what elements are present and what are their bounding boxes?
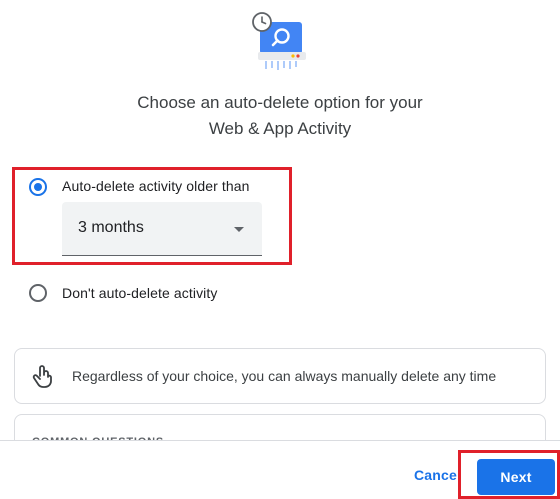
dialog-footer: Cancel Next (0, 440, 560, 499)
next-highlight-box (458, 450, 560, 499)
dialog-title-line2: Web & App Activity (208, 119, 352, 138)
dialog-title: Choose an auto-delete option for your We… (0, 90, 560, 142)
manual-delete-info-card: Regardless of your choice, you can alway… (14, 348, 546, 404)
manual-delete-info-text: Regardless of your choice, you can alway… (72, 368, 497, 384)
touch-hand-icon (32, 365, 52, 388)
dialog-title-line1: Choose an auto-delete option for your (137, 93, 423, 112)
auto-delete-radio[interactable] (29, 178, 47, 196)
cancel-button[interactable]: Cancel (414, 467, 461, 483)
duration-select-value: 3 months (78, 219, 144, 236)
duration-select[interactable]: 3 months (62, 202, 262, 256)
auto-delete-label[interactable]: Auto-delete activity older than (62, 178, 250, 194)
dont-auto-delete-radio[interactable] (29, 284, 47, 302)
dont-auto-delete-label[interactable]: Don't auto-delete activity (62, 285, 217, 301)
dropdown-arrow-icon (234, 227, 244, 232)
auto-delete-illustration-icon (252, 12, 306, 70)
